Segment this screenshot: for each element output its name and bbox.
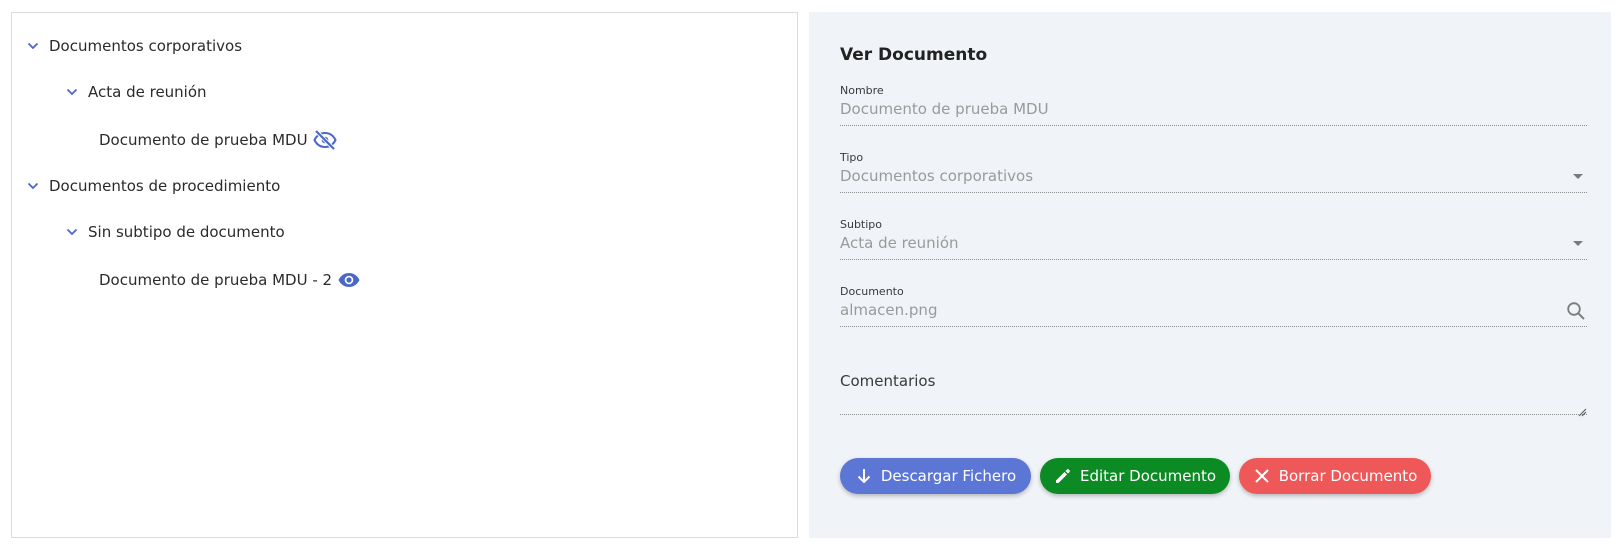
tipo-value-row[interactable]: Documentos corporativos [840,167,1587,193]
eye-off-icon[interactable] [312,128,337,152]
tree-subtype-label: Sin subtipo de documento [88,223,285,241]
resize-handle-icon[interactable] [1577,402,1587,417]
tree-subtype-label: Acta de reunión [88,83,207,101]
subtipo-select[interactable]: Subtipo Acta de reunión [840,218,1587,260]
tree-category-label: Documentos de procedimiento [49,177,281,195]
tree-category-procedimiento[interactable]: Documentos de procedimiento [27,177,280,195]
comentarios-field[interactable]: Comentarios [840,372,1587,417]
documento-label: Documento [840,285,904,298]
tree-document-item[interactable]: Documento de prueba MDU - 2 [99,268,361,292]
edit-document-button[interactable]: Editar Documento [1040,458,1230,494]
chevron-down-icon[interactable] [27,40,39,52]
tree-category-corporativos[interactable]: Documentos corporativos [27,37,242,55]
detail-title: Ver Documento [840,45,988,65]
download-file-button[interactable]: Descargar Fichero [840,458,1031,494]
tipo-label: Tipo [840,151,864,164]
dropdown-caret-icon[interactable] [1573,241,1583,246]
chevron-down-icon[interactable] [66,86,78,98]
nombre-label: Nombre [840,84,884,97]
tree-subtype-sin-subtipo[interactable]: Sin subtipo de documento [66,223,285,241]
tipo-value: Documentos corporativos [840,167,1034,185]
eye-icon[interactable] [337,268,361,292]
close-icon [1255,469,1269,483]
documento-value-row[interactable]: almacen.png [840,301,1587,327]
tipo-select[interactable]: Tipo Documentos corporativos [840,151,1587,193]
delete-document-label: Borrar Documento [1278,467,1418,485]
tree-document-label[interactable]: Documento de prueba MDU [99,131,308,149]
subtipo-value: Acta de reunión [840,234,959,252]
comentarios-label: Comentarios [840,372,936,390]
delete-document-button[interactable]: Borrar Documento [1239,458,1431,494]
document-detail-panel: Ver Documento Nombre Documento de prueba… [809,12,1611,538]
tree-subtype-acta[interactable]: Acta de reunión [66,83,207,101]
tree-document-label[interactable]: Documento de prueba MDU - 2 [99,271,332,289]
pencil-icon [1055,469,1070,483]
search-icon[interactable] [1565,300,1587,322]
tree-category-label: Documentos corporativos [49,37,243,55]
chevron-down-icon[interactable] [66,226,78,238]
nombre-value[interactable]: Documento de prueba MDU [840,100,1587,126]
subtipo-label: Subtipo [840,218,883,231]
comentarios-textarea[interactable] [840,390,1587,417]
chevron-down-icon[interactable] [27,180,39,192]
document-tree-panel: Documentos corporativos Acta de reunión … [11,12,798,538]
documento-field[interactable]: Documento almacen.png [840,285,1587,327]
subtipo-value-row[interactable]: Acta de reunión [840,234,1587,260]
documento-value: almacen.png [840,301,938,319]
edit-document-label: Editar Documento [1079,467,1217,485]
dropdown-caret-icon[interactable] [1573,174,1583,179]
nombre-field[interactable]: Nombre Documento de prueba MDU [840,84,1587,126]
tree-document-item[interactable]: Documento de prueba MDU [99,128,337,152]
arrow-down-icon [857,469,871,484]
download-file-label: Descargar Fichero [880,467,1017,485]
